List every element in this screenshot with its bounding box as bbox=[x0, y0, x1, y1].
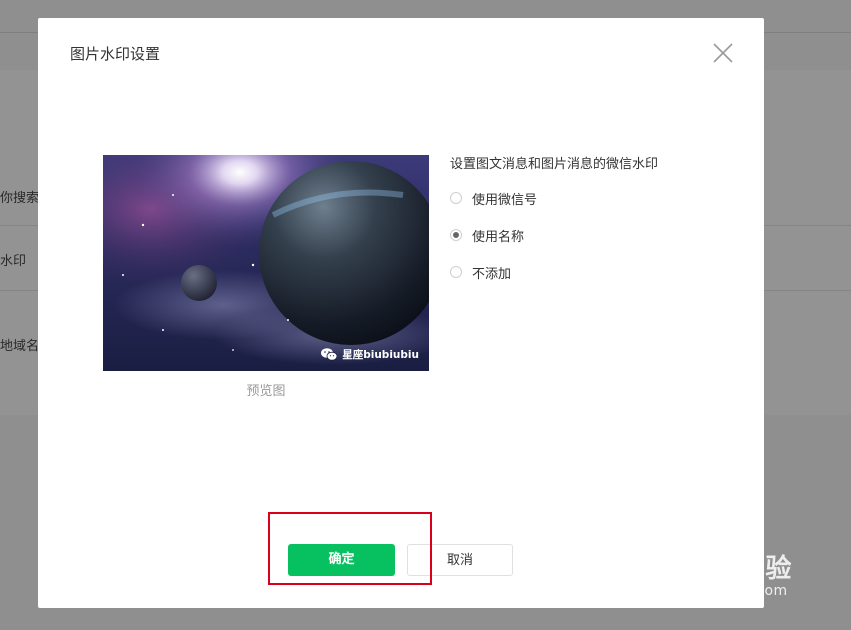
site-watermark-brand: Baidu经验 bbox=[650, 554, 793, 584]
radio-button[interactable] bbox=[450, 192, 462, 204]
preview-watermark: 星座biubiubiu bbox=[321, 347, 419, 362]
option-label: 使用微信号 bbox=[472, 192, 538, 208]
site-watermark-url: jingyan.baidu.com bbox=[650, 583, 788, 599]
option-use-name[interactable]: 使用名称 bbox=[450, 225, 658, 245]
close-icon[interactable] bbox=[712, 42, 734, 64]
site-watermark: Baidu经验 jingyan.baidu.com bbox=[650, 548, 792, 599]
radio-button[interactable] bbox=[450, 266, 462, 278]
preview-label: 预览图 bbox=[246, 384, 286, 399]
option-use-wechat-id[interactable]: 使用微信号 bbox=[450, 188, 658, 208]
wechat-icon bbox=[321, 348, 338, 361]
option-label: 不添加 bbox=[472, 266, 512, 282]
radio-button-checked[interactable] bbox=[450, 229, 462, 241]
preview-watermark-text: 星座biubiubiu bbox=[342, 349, 419, 361]
watermark-options: 设置图文消息和图片消息的微信水印 使用微信号 使用名称 不添加 bbox=[450, 153, 658, 299]
dialog-title: 图片水印设置 bbox=[70, 45, 161, 63]
preview-image: 星座biubiubiu bbox=[103, 155, 429, 371]
bg-row-text: 水印 bbox=[0, 254, 27, 269]
option-none[interactable]: 不添加 bbox=[450, 262, 658, 282]
option-label: 使用名称 bbox=[472, 229, 525, 245]
highlight-box bbox=[268, 512, 432, 585]
settings-title: 设置图文消息和图片消息的微信水印 bbox=[450, 157, 659, 172]
